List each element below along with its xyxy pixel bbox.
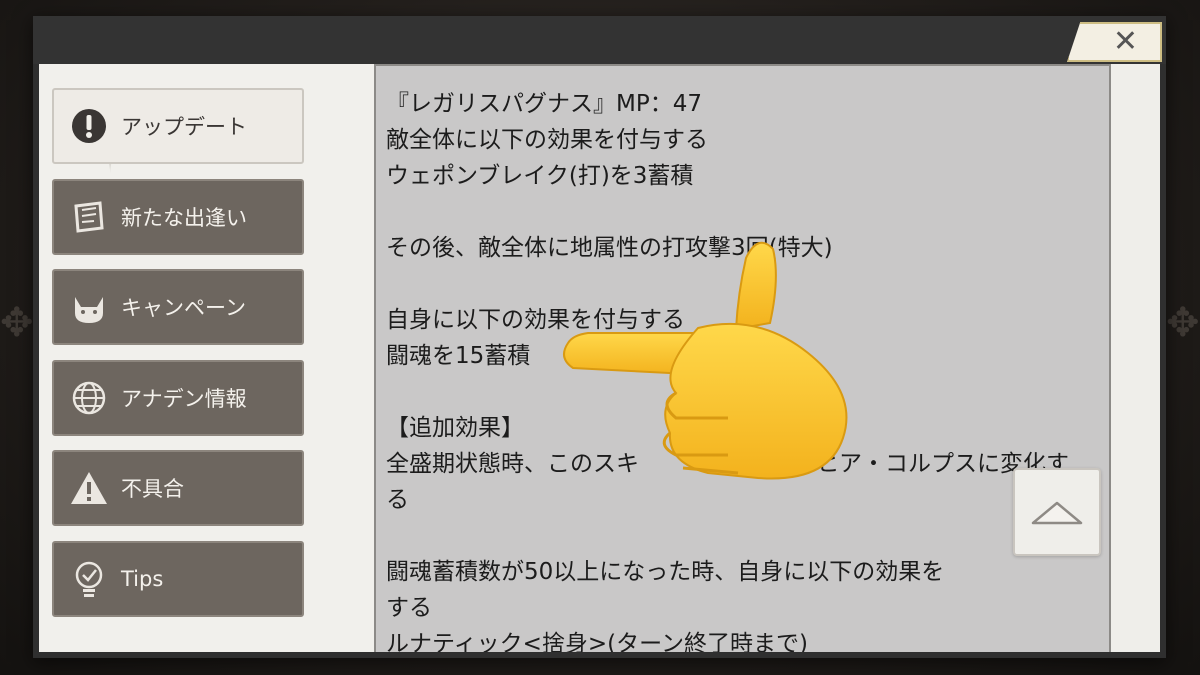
sidebar-item-label: アナデン情報 [121, 387, 247, 411]
scroll-top-button[interactable] [1013, 468, 1101, 556]
sidebar-item-new-encounter[interactable]: 新たな出逢い [52, 179, 304, 255]
scroll-map-icon [67, 195, 111, 239]
text-line: る [386, 487, 409, 513]
sidebar-item-anaden-info[interactable]: アナデン情報 [52, 360, 304, 436]
sidebar-item-campaign[interactable]: キャンペーン [52, 269, 304, 345]
right-ornament-strip [1111, 64, 1160, 652]
sidebar-item-update[interactable]: アップデート [52, 88, 304, 164]
text-line: ウェポンブレイク(打)を3蓄積 [386, 163, 694, 189]
exclamation-circle-icon [67, 104, 111, 148]
globe-icon [67, 376, 111, 420]
background-ornament-right: ✥ [1166, 300, 1200, 346]
sidebar-item-label: 不具合 [121, 477, 184, 501]
text-line: 闘魂蓄積数が50以上になった時、自身に以下の効果を [386, 559, 945, 585]
chevron-up-icon [1031, 501, 1083, 525]
dialog-titlebar [33, 16, 1166, 64]
text-line: 【追加効果】 [386, 415, 524, 441]
pointing-hand-emoji [563, 241, 848, 480]
sidebar-item-label: 新たな出逢い [121, 206, 247, 230]
cat-face-icon [67, 285, 111, 329]
background-ornament-left: ✥ [0, 300, 34, 346]
sidebar-item-label: キャンペーン [121, 296, 246, 320]
lightbulb-check-icon [67, 557, 111, 601]
sidebar: ✧ アップデート 新たな出逢い キャンペーン [39, 64, 374, 652]
sidebar-item-label: アップデート [121, 115, 247, 139]
text-line: 『レガリスパグナス』MP：47 [386, 91, 702, 117]
sidebar-item-label: Tips [121, 567, 164, 591]
close-button[interactable]: ✕ [1067, 22, 1162, 62]
close-icon: ✕ [1112, 24, 1138, 59]
warning-triangle-icon [67, 466, 111, 510]
text-line: する [386, 595, 432, 621]
text-line: 闘魂を15蓄積 [386, 343, 531, 369]
text-line: ルナティック<捨身>(ターン終了時まで) [386, 631, 808, 652]
text-line: 敵全体に以下の効果を付与する [386, 127, 708, 153]
sidebar-item-bugs[interactable]: 不具合 [52, 450, 304, 526]
sidebar-item-tips[interactable]: Tips [52, 541, 304, 617]
